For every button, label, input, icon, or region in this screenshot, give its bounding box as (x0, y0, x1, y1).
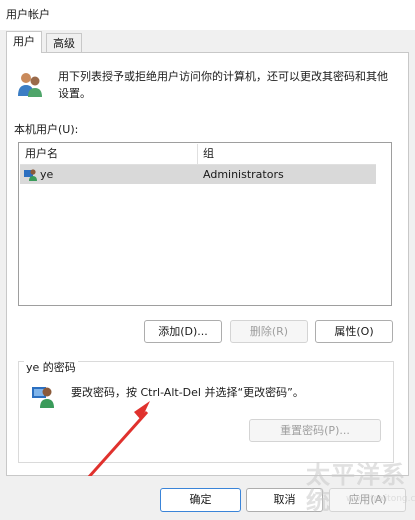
tab-users-label: 用户 (13, 35, 35, 48)
annotation-arrow (86, 401, 150, 479)
watermark-text: 太平洋系统 (306, 461, 406, 515)
watermark-subtext: www.tpxitong.com (346, 494, 415, 504)
watermark: 太平洋系统 www.tpxitong.com (306, 461, 415, 518)
ok-button[interactable]: 确定 (160, 488, 241, 512)
tab-users[interactable]: 用户 (6, 31, 42, 53)
